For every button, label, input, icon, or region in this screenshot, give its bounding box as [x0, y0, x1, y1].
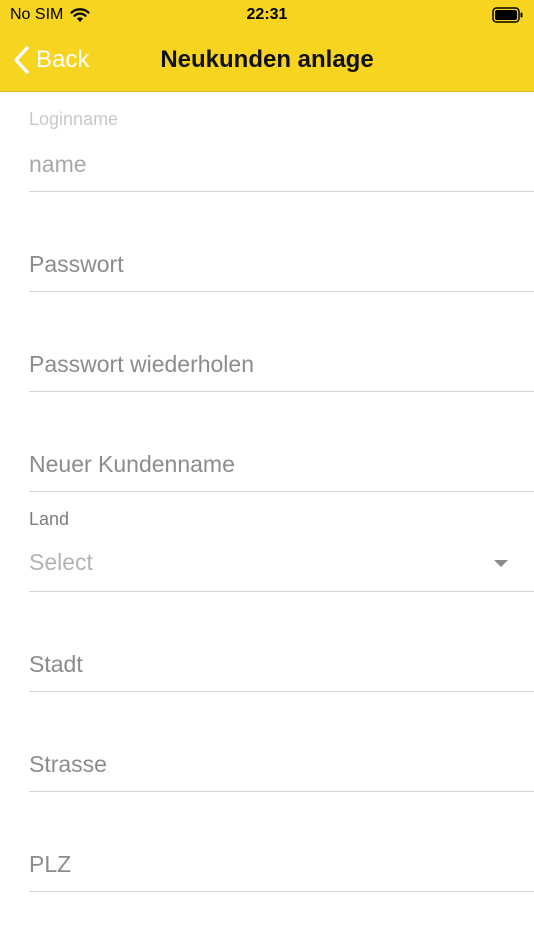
login-input[interactable] [29, 146, 499, 182]
login-label: Loginname [29, 109, 119, 129]
status-time: 22:31 [246, 6, 288, 23]
zip-input[interactable] [29, 846, 499, 882]
status-bar: No SIM 22:31 [0, 0, 534, 30]
zip-field [29, 792, 534, 892]
battery-icon [492, 7, 523, 23]
navigation-bar: Back Neukunden anlage [0, 38, 534, 82]
password-input[interactable] [29, 246, 499, 282]
street-input[interactable] [29, 746, 499, 782]
password-repeat-field [29, 292, 534, 392]
country-select[interactable]: Land Select [29, 492, 534, 592]
customer-name-field [29, 392, 534, 492]
customer-name-input[interactable] [29, 446, 499, 482]
password-repeat-input[interactable] [29, 346, 499, 382]
caret-down-icon [494, 560, 508, 567]
city-field [29, 592, 534, 692]
app-header: No SIM 22:31 Back Neukunden anlage [0, 0, 534, 92]
city-input[interactable] [29, 646, 499, 682]
country-select-value: Select [29, 549, 93, 575]
login-field: Loginname [29, 92, 534, 192]
country-label: Land [29, 509, 70, 529]
street-field [29, 692, 534, 792]
page-title: Neukunden anlage [160, 46, 374, 73]
password-field [29, 192, 534, 292]
